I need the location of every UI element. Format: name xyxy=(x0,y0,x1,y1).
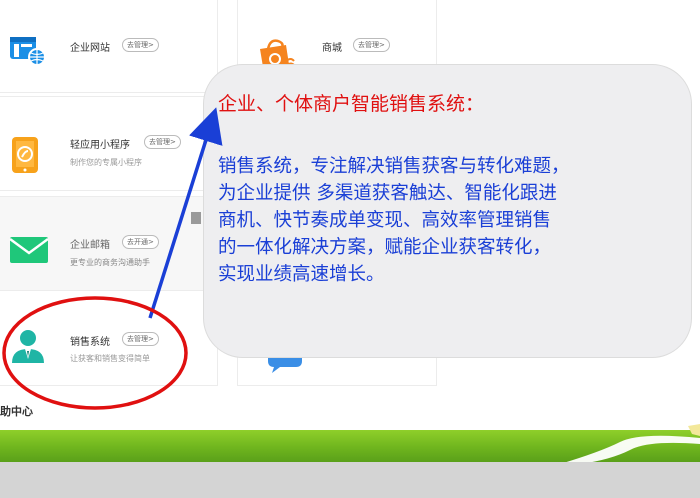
callout-bubble: 企业、个体商户智能销售系统： 销售系统，专注解决销售获客与转化难题， 为企业提供… xyxy=(203,64,692,358)
activate-button[interactable]: 去开通> xyxy=(122,235,159,249)
scrollbar-thumb[interactable] xyxy=(191,212,201,224)
decorative-path xyxy=(560,424,700,464)
envelope-icon xyxy=(8,231,49,269)
product-list-left: 企业网站 去管理> 轻应用小程序 去管理> 制作您的专属小程序 企业邮箱 去开通… xyxy=(0,0,221,390)
callout-line: 商机、快节奏成单变现、高效率管理销售 xyxy=(218,210,552,231)
card-description: 更专业的商务沟通助手 xyxy=(70,258,150,267)
card-title: 销售系统 xyxy=(70,337,110,348)
product-card-miniapp[interactable]: 轻应用小程序 去管理> 制作您的专属小程序 xyxy=(0,96,218,191)
card-title: 企业网站 xyxy=(70,43,110,54)
page: 企业网站 去管理> 轻应用小程序 去管理> 制作您的专属小程序 企业邮箱 去开通… xyxy=(0,0,700,498)
mobile-link-icon xyxy=(8,135,46,173)
manage-button[interactable]: 去管理> xyxy=(122,332,159,346)
card-title: 企业邮箱 xyxy=(70,240,110,251)
callout-line: 为企业提供 多渠道获客触达、智能化跟进 xyxy=(218,183,557,204)
callout-title: 企业、个体商户智能销售系统： xyxy=(218,93,485,115)
product-card-website[interactable]: 企业网站 去管理> xyxy=(0,0,218,93)
card-description: 让获客和销售变得简单 xyxy=(70,354,150,363)
callout-line: 实现业绩高速增长。 xyxy=(218,264,385,285)
product-card-sales[interactable]: 销售系统 去管理> 让获客和销售变得简单 xyxy=(0,290,218,386)
help-center-heading[interactable]: 助中心 xyxy=(0,403,33,419)
product-card-mail[interactable]: 企业邮箱 去开通> 更专业的商务沟通助手 xyxy=(0,196,218,291)
manage-button[interactable]: 去管理> xyxy=(122,38,159,52)
callout-line: 销售系统，专注解决销售获客与转化难题， xyxy=(218,156,570,177)
callout-body: 销售系统，专注解决销售获客与转化难题， 为企业提供 多渠道获客触达、智能化跟进 … xyxy=(218,153,688,288)
card-title: 轻应用小程序 xyxy=(70,140,130,151)
user-person-icon xyxy=(8,325,46,363)
manage-button[interactable]: 去管理> xyxy=(144,135,181,149)
card-description: 制作您的专属小程序 xyxy=(70,158,142,167)
callout-line: 的一体化解决方案，赋能企业获客转化， xyxy=(218,237,552,258)
browser-globe-icon xyxy=(8,29,46,67)
bottom-bar xyxy=(0,462,700,498)
card-title: 商城 xyxy=(322,43,342,54)
manage-button[interactable]: 去管理> xyxy=(353,38,390,52)
